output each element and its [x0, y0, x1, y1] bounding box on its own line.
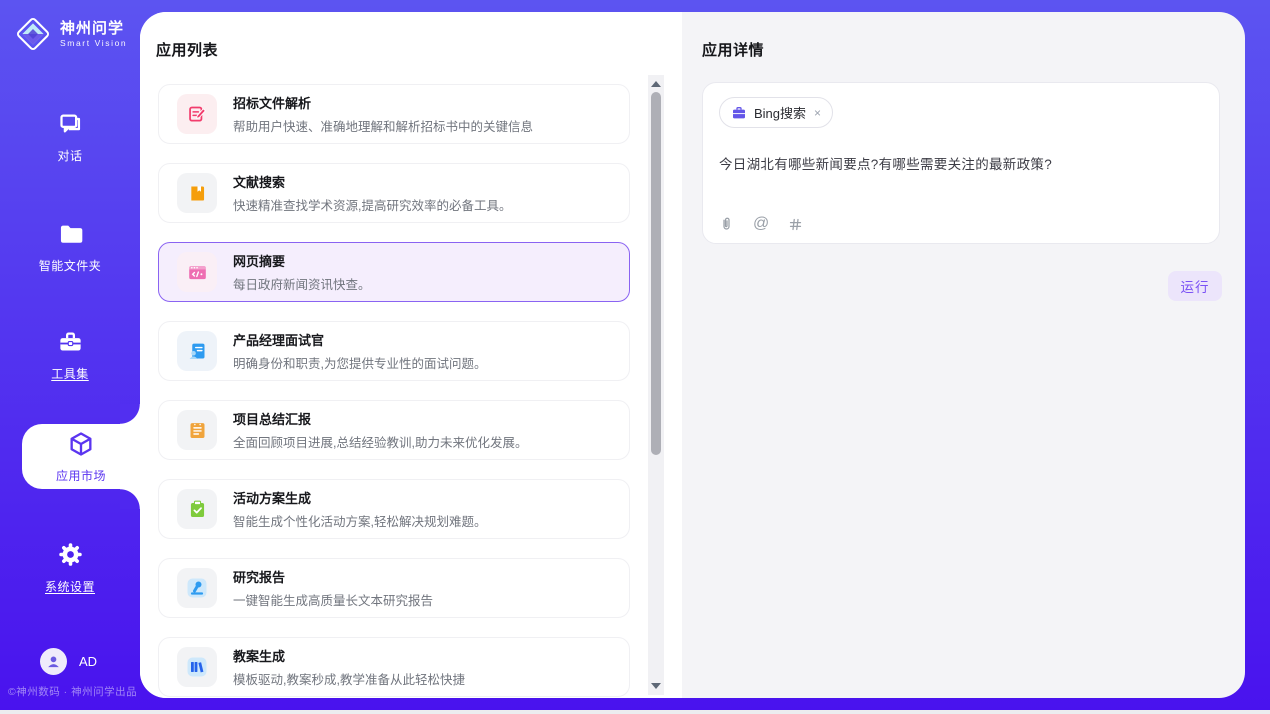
- scrollbar-thumb[interactable]: [651, 92, 661, 455]
- app-card-text: 网页摘要 每日政府新闻资讯快查。: [233, 251, 371, 293]
- clipboard-icon: [187, 499, 208, 520]
- app-title: 研究报告: [233, 567, 433, 586]
- app-card-text: 教案生成 模板驱动,教案秒成,教学准备从此轻松快捷: [233, 646, 465, 688]
- run-button[interactable]: 运行: [1168, 271, 1222, 301]
- tool-chip-bing-search[interactable]: Bing搜索 ×: [719, 97, 833, 128]
- app-desc: 每日政府新闻资讯快查。: [233, 274, 371, 293]
- interviewer-doc-icon: [187, 341, 208, 362]
- sidebar-item-smart-folders[interactable]: 智能文件夹: [0, 220, 140, 274]
- app-card-bid-analysis[interactable]: 招标文件解析 帮助用户快速、准确地理解和解析招标书中的关键信息: [158, 84, 630, 144]
- app-card-lesson-plan[interactable]: 教案生成 模板驱动,教案秒成,教学准备从此轻松快捷: [158, 637, 630, 697]
- folder-icon: [57, 220, 84, 247]
- sidebar-item-app-market[interactable]: 应用市场: [22, 424, 140, 489]
- app-desc: 明确身份和职责,为您提供专业性的面试问题。: [233, 353, 486, 372]
- input-toolbar: @: [719, 216, 803, 232]
- app-title: 文献搜索: [233, 172, 511, 191]
- toolbox-icon: [57, 328, 84, 355]
- scrollbar[interactable]: [648, 75, 664, 695]
- sidebar: 神州问学 Smart Vision 对话 智能文件夹: [0, 0, 140, 710]
- app-detail-panel: 应用详情 Bing搜索 × 今日湖北有哪些新闻要点?有哪些需要关注的最新政策? …: [682, 12, 1245, 698]
- app-card-pm-interviewer[interactable]: 产品经理面试官 明确身份和职责,为您提供专业性的面试问题。: [158, 321, 630, 381]
- app-icon-tile: [177, 568, 217, 608]
- app-card-text: 项目总结汇报 全面回顾项目进展,总结经验教训,助力未来优化发展。: [233, 409, 527, 451]
- brand-subtitle: Smart Vision: [60, 38, 127, 48]
- app-title: 项目总结汇报: [233, 409, 527, 428]
- user-initials: AD: [79, 654, 97, 669]
- app-icon-tile: [177, 647, 217, 687]
- app-desc: 帮助用户快速、准确地理解和解析招标书中的关键信息: [233, 116, 533, 135]
- app-desc: 快速精准查找学术资源,提高研究效率的必备工具。: [233, 195, 511, 214]
- app-icon-tile: [177, 94, 217, 134]
- briefcase-icon: [731, 105, 747, 121]
- app-desc: 全面回顾项目进展,总结经验教训,助力未来优化发展。: [233, 432, 527, 451]
- hash-icon[interactable]: [788, 217, 803, 232]
- note-icon: [187, 420, 208, 441]
- user-account[interactable]: AD: [40, 648, 97, 675]
- app-card-webpage-summary[interactable]: 网页摘要 每日政府新闻资讯快查。: [158, 242, 630, 302]
- book-icon: [187, 183, 208, 204]
- app-list-panel: 应用列表 招标文件解析 帮助用户快速、准确地理解和解析招标书中的关键信息: [140, 12, 682, 698]
- doc-edit-icon: [187, 104, 208, 125]
- app-desc: 一键智能生成高质量长文本研究报告: [233, 590, 433, 609]
- sidebar-item-toolset[interactable]: 工具集: [0, 328, 140, 382]
- app-card-text: 研究报告 一键智能生成高质量长文本研究报告: [233, 567, 433, 609]
- chip-close-icon[interactable]: ×: [814, 106, 821, 120]
- chat-icon: [57, 110, 84, 137]
- app-icon-tile: [177, 410, 217, 450]
- browser-icon: [187, 262, 208, 283]
- copyright-footer: ©神州数码 · 神州问学出品: [8, 684, 137, 699]
- lesson-books-icon: [185, 655, 209, 679]
- app-icon-tile: [177, 489, 217, 529]
- app-icon-tile: [177, 173, 217, 213]
- cube-icon: [67, 430, 95, 463]
- app-icon-tile: [177, 252, 217, 292]
- scroll-up-arrow[interactable]: [651, 81, 661, 87]
- brand-name: 神州问学: [60, 20, 127, 38]
- sidebar-item-label: 系统设置: [0, 578, 140, 595]
- brand-diamond-icon: [14, 15, 52, 53]
- app-card-text: 文献搜索 快速精准查找学术资源,提高研究效率的必备工具。: [233, 172, 511, 214]
- paperclip-icon[interactable]: [719, 216, 734, 232]
- app-icon-tile: [177, 331, 217, 371]
- window-bottom-edge: [0, 710, 1270, 714]
- tool-chip-label: Bing搜索: [754, 103, 806, 122]
- at-icon[interactable]: @: [753, 216, 769, 232]
- app-list-title: 应用列表: [156, 39, 218, 60]
- app-cards: 招标文件解析 帮助用户快速、准确地理解和解析招标书中的关键信息 文献搜索 快速精…: [158, 84, 630, 698]
- scroll-down-arrow[interactable]: [651, 683, 661, 689]
- brand-logo: 神州问学 Smart Vision: [14, 15, 127, 53]
- app-title: 产品经理面试官: [233, 330, 486, 349]
- app-title: 教案生成: [233, 646, 465, 665]
- sidebar-item-label: 应用市场: [56, 467, 106, 484]
- query-text[interactable]: 今日湖北有哪些新闻要点?有哪些需要关注的最新政策?: [719, 153, 1203, 173]
- gear-icon: [57, 541, 84, 568]
- sidebar-item-system-settings[interactable]: 系统设置: [0, 541, 140, 595]
- sidebar-item-chat[interactable]: 对话: [0, 110, 140, 164]
- avatar: [40, 648, 67, 675]
- app-desc: 模板驱动,教案秒成,教学准备从此轻松快捷: [233, 669, 465, 688]
- prompt-input-card[interactable]: Bing搜索 × 今日湖北有哪些新闻要点?有哪些需要关注的最新政策? @: [702, 82, 1220, 244]
- sidebar-item-label: 工具集: [0, 365, 140, 382]
- research-microscope-icon: [185, 576, 209, 600]
- app-title: 招标文件解析: [233, 93, 533, 112]
- sidebar-item-label: 对话: [0, 147, 140, 164]
- app-card-project-summary[interactable]: 项目总结汇报 全面回顾项目进展,总结经验教训,助力未来优化发展。: [158, 400, 630, 460]
- app-card-text: 招标文件解析 帮助用户快速、准确地理解和解析招标书中的关键信息: [233, 93, 533, 135]
- app-desc: 智能生成个性化活动方案,轻松解决规划难题。: [233, 511, 486, 530]
- sidebar-item-label: 智能文件夹: [0, 257, 140, 274]
- app-card-text: 活动方案生成 智能生成个性化活动方案,轻松解决规划难题。: [233, 488, 486, 530]
- app-card-literature-search[interactable]: 文献搜索 快速精准查找学术资源,提高研究效率的必备工具。: [158, 163, 630, 223]
- app-detail-title: 应用详情: [702, 39, 764, 60]
- app-title: 活动方案生成: [233, 488, 486, 507]
- app-title: 网页摘要: [233, 251, 371, 270]
- app-card-text: 产品经理面试官 明确身份和职责,为您提供专业性的面试问题。: [233, 330, 486, 372]
- app-card-activity-plan[interactable]: 活动方案生成 智能生成个性化活动方案,轻松解决规划难题。: [158, 479, 630, 539]
- main-content: 应用列表 招标文件解析 帮助用户快速、准确地理解和解析招标书中的关键信息: [140, 12, 1245, 698]
- app-card-research-report[interactable]: 研究报告 一键智能生成高质量长文本研究报告: [158, 558, 630, 618]
